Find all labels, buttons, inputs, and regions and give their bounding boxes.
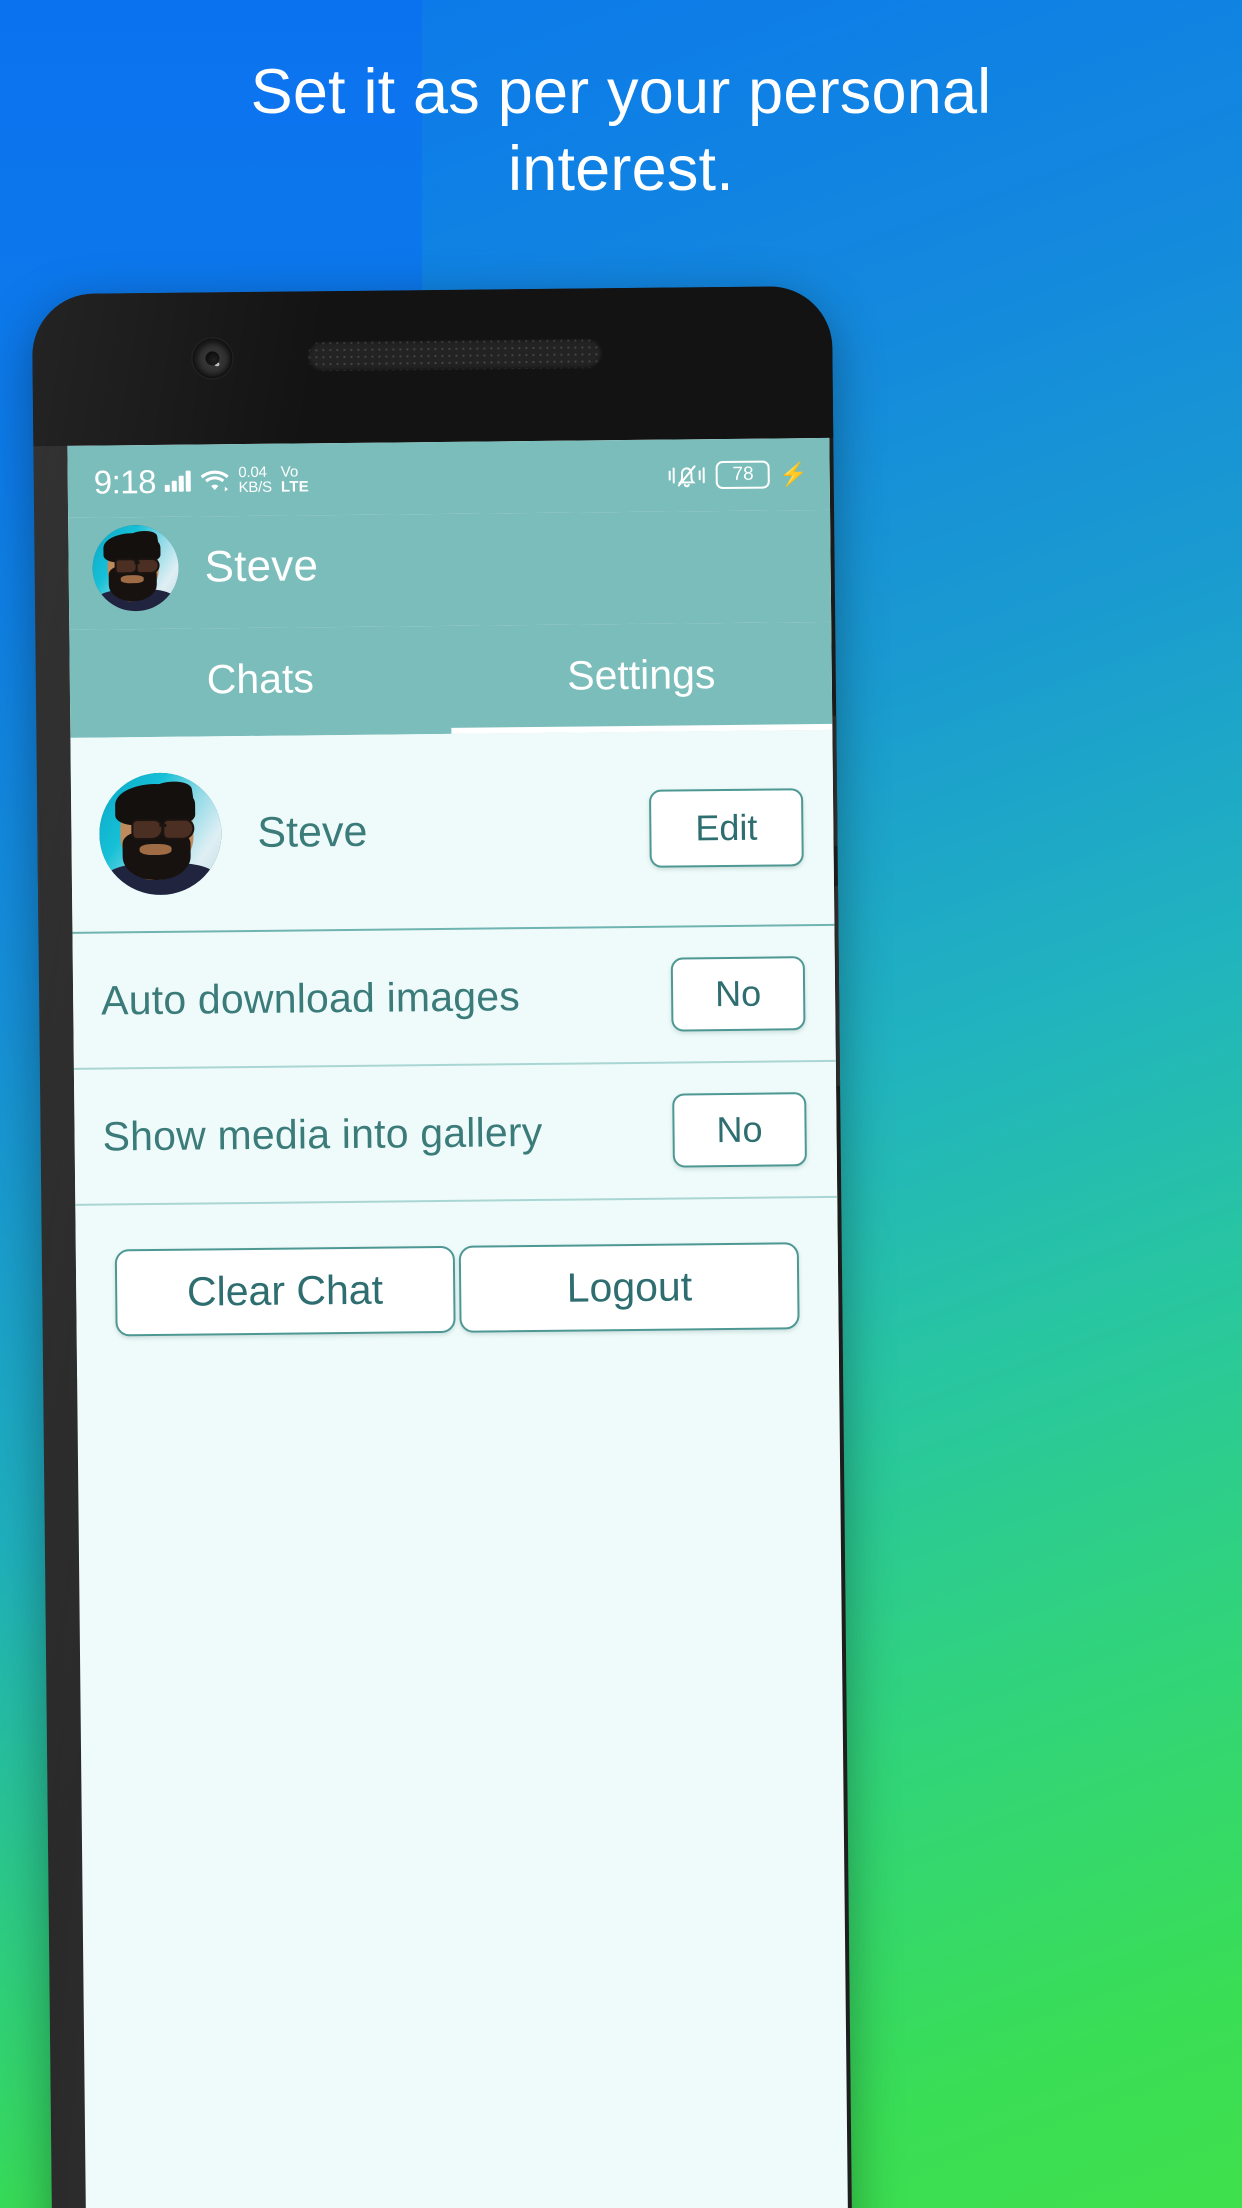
- wifi-icon: [199, 468, 229, 492]
- promo-headline-line2: interest.: [508, 134, 734, 204]
- battery-level: 78: [732, 463, 754, 485]
- earpiece-speaker: [307, 338, 603, 372]
- logout-button[interactable]: Logout: [458, 1242, 800, 1333]
- phone-mockup: 9:18 0.04 KB/S Vo LTE 78 ⚡ Steve Chats S…: [31, 285, 853, 2208]
- charging-bolt-icon: ⚡: [778, 460, 808, 487]
- volte-line1: Vo: [280, 463, 299, 481]
- front-camera-icon: [192, 338, 233, 379]
- setting-label-show-media-into-gallery: Show media into gallery: [102, 1108, 543, 1160]
- setting-label-auto-download-images: Auto download images: [100, 972, 521, 1024]
- signal-bars-icon: [164, 470, 191, 492]
- tab-bar: Chats Settings: [69, 621, 833, 738]
- tab-settings[interactable]: Settings: [450, 622, 832, 734]
- profile-avatar[interactable]: [98, 772, 223, 896]
- avatar[interactable]: [92, 524, 180, 612]
- volte-line2: LTE: [280, 478, 310, 496]
- profile-name: Steve: [257, 807, 368, 857]
- setting-row-auto-download-images[interactable]: Auto download images No: [72, 925, 836, 1070]
- clear-chat-button[interactable]: Clear Chat: [114, 1245, 456, 1337]
- settings-actions: Clear Chat Logout: [75, 1198, 839, 1377]
- settings-content: Steve Edit Auto download images No Show …: [70, 729, 840, 1377]
- volte-indicator: Vo LTE: [280, 463, 310, 496]
- promo-headline: Set it as per your personal interest.: [0, 54, 1242, 208]
- app-bar-user-name: Steve: [204, 541, 319, 592]
- data-rate-indicator: 0.04 KB/S: [238, 464, 273, 497]
- vibrate-icon: [667, 462, 707, 488]
- phone-screen: 9:18 0.04 KB/S Vo LTE 78 ⚡ Steve Chats S…: [67, 437, 849, 2208]
- tab-chats-label: Chats: [206, 654, 315, 702]
- app-bar: Steve: [68, 509, 832, 630]
- status-bar: 9:18 0.04 KB/S Vo LTE 78 ⚡: [67, 437, 831, 518]
- profile-row[interactable]: Steve Edit: [70, 729, 835, 934]
- phone-top-bezel: [31, 285, 834, 447]
- setting-row-show-media-into-gallery[interactable]: Show media into gallery No: [73, 1061, 838, 1206]
- battery-icon: 78: [715, 460, 771, 490]
- data-rate-unit: KB/S: [238, 478, 273, 497]
- tab-settings-label: Settings: [566, 650, 716, 699]
- promo-headline-line1: Set it as per your personal: [250, 57, 992, 127]
- toggle-auto-download-images[interactable]: No: [670, 956, 806, 1032]
- status-time: 9:18: [93, 462, 157, 501]
- edit-profile-button[interactable]: Edit: [648, 788, 804, 868]
- toggle-show-media-into-gallery[interactable]: No: [672, 1092, 807, 1168]
- tab-chats[interactable]: Chats: [69, 626, 451, 738]
